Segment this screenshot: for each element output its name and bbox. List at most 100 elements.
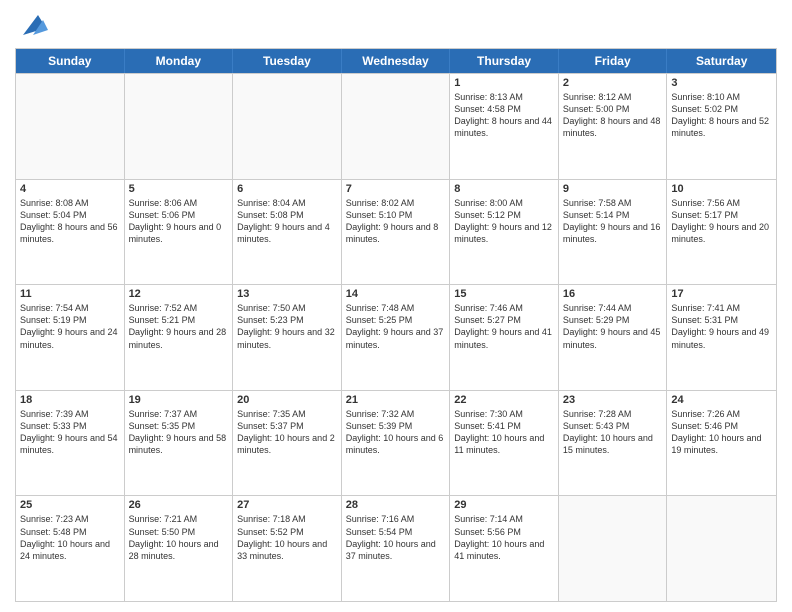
page: SundayMondayTuesdayWednesdayThursdayFrid… <box>0 0 792 612</box>
day-number: 12 <box>129 288 229 300</box>
calendar-week: 4 Sunrise: 8:08 AMSunset: 5:04 PMDaylight… <box>16 179 776 285</box>
day-info: Sunrise: 7:44 AMSunset: 5:29 PMDaylight:… <box>563 302 663 351</box>
calendar-cell: 15 Sunrise: 7:46 AMSunset: 5:27 PMDayligh… <box>450 285 559 390</box>
day-number: 8 <box>454 183 554 195</box>
calendar-cell: 21 Sunrise: 7:32 AMSunset: 5:39 PMDayligh… <box>342 391 451 496</box>
calendar-cell: 14 Sunrise: 7:48 AMSunset: 5:25 PMDayligh… <box>342 285 451 390</box>
day-info: Sunrise: 7:41 AMSunset: 5:31 PMDaylight:… <box>671 302 772 351</box>
calendar-cell: 3 Sunrise: 8:10 AMSunset: 5:02 PMDaylight… <box>667 74 776 179</box>
day-number: 15 <box>454 288 554 300</box>
day-info: Sunrise: 7:14 AMSunset: 5:56 PMDaylight:… <box>454 513 554 562</box>
day-number: 26 <box>129 499 229 511</box>
calendar-cell: 13 Sunrise: 7:50 AMSunset: 5:23 PMDayligh… <box>233 285 342 390</box>
day-number: 17 <box>671 288 772 300</box>
day-number: 6 <box>237 183 337 195</box>
day-info: Sunrise: 8:04 AMSunset: 5:08 PMDaylight:… <box>237 197 337 246</box>
day-info: Sunrise: 7:35 AMSunset: 5:37 PMDaylight:… <box>237 408 337 457</box>
calendar-week: 11 Sunrise: 7:54 AMSunset: 5:19 PMDayligh… <box>16 284 776 390</box>
day-info: Sunrise: 8:10 AMSunset: 5:02 PMDaylight:… <box>671 91 772 140</box>
day-info: Sunrise: 8:06 AMSunset: 5:06 PMDaylight:… <box>129 197 229 246</box>
calendar-body: 1Sunrise: 8:13 AMSunset: 4:58 PMDaylight… <box>16 73 776 601</box>
calendar-cell: 1Sunrise: 8:13 AMSunset: 4:58 PMDaylight… <box>450 74 559 179</box>
day-number: 27 <box>237 499 337 511</box>
day-number: 2 <box>563 77 663 89</box>
day-info: Sunrise: 7:32 AMSunset: 5:39 PMDaylight:… <box>346 408 446 457</box>
day-number: 11 <box>20 288 120 300</box>
day-info: Sunrise: 7:28 AMSunset: 5:43 PMDaylight:… <box>563 408 663 457</box>
day-info: Sunrise: 7:56 AMSunset: 5:17 PMDaylight:… <box>671 197 772 246</box>
calendar-cell <box>233 74 342 179</box>
day-info: Sunrise: 7:18 AMSunset: 5:52 PMDaylight:… <box>237 513 337 562</box>
calendar-cell: 8 Sunrise: 8:00 AMSunset: 5:12 PMDaylight… <box>450 180 559 285</box>
calendar-cell: 16 Sunrise: 7:44 AMSunset: 5:29 PMDayligh… <box>559 285 668 390</box>
day-number: 19 <box>129 394 229 406</box>
day-info: Sunrise: 8:00 AMSunset: 5:12 PMDaylight:… <box>454 197 554 246</box>
logo <box>15 10 48 40</box>
day-number: 22 <box>454 394 554 406</box>
day-info: Sunrise: 7:54 AMSunset: 5:19 PMDaylight:… <box>20 302 120 351</box>
logo-icon <box>18 10 48 40</box>
calendar-cell: 28 Sunrise: 7:16 AMSunset: 5:54 PMDayligh… <box>342 496 451 601</box>
calendar-cell <box>125 74 234 179</box>
calendar-cell: 27 Sunrise: 7:18 AMSunset: 5:52 PMDayligh… <box>233 496 342 601</box>
calendar-header-day: Monday <box>125 49 234 73</box>
calendar-cell: 22Sunrise: 7:30 AMSunset: 5:41 PMDayligh… <box>450 391 559 496</box>
day-info: Sunrise: 7:58 AMSunset: 5:14 PMDaylight:… <box>563 197 663 246</box>
calendar-header-day: Tuesday <box>233 49 342 73</box>
day-number: 25 <box>20 499 120 511</box>
calendar-header-day: Thursday <box>450 49 559 73</box>
calendar-cell: 7 Sunrise: 8:02 AMSunset: 5:10 PMDaylight… <box>342 180 451 285</box>
day-number: 13 <box>237 288 337 300</box>
day-info: Sunrise: 7:39 AMSunset: 5:33 PMDaylight:… <box>20 408 120 457</box>
calendar-cell: 29 Sunrise: 7:14 AMSunset: 5:56 PMDayligh… <box>450 496 559 601</box>
day-number: 4 <box>20 183 120 195</box>
calendar-week: 25Sunrise: 7:23 AMSunset: 5:48 PMDayligh… <box>16 495 776 601</box>
calendar-header: SundayMondayTuesdayWednesdayThursdayFrid… <box>16 49 776 73</box>
calendar-cell: 6 Sunrise: 8:04 AMSunset: 5:08 PMDaylight… <box>233 180 342 285</box>
day-info: Sunrise: 7:37 AMSunset: 5:35 PMDaylight:… <box>129 408 229 457</box>
calendar-cell: 2 Sunrise: 8:12 AMSunset: 5:00 PMDaylight… <box>559 74 668 179</box>
day-number: 5 <box>129 183 229 195</box>
day-number: 7 <box>346 183 446 195</box>
day-number: 9 <box>563 183 663 195</box>
day-number: 24 <box>671 394 772 406</box>
calendar-cell: 20 Sunrise: 7:35 AMSunset: 5:37 PMDayligh… <box>233 391 342 496</box>
day-info: Sunrise: 7:21 AMSunset: 5:50 PMDaylight:… <box>129 513 229 562</box>
calendar-cell: 18 Sunrise: 7:39 AMSunset: 5:33 PMDayligh… <box>16 391 125 496</box>
calendar-header-day: Wednesday <box>342 49 451 73</box>
day-info: Sunrise: 7:48 AMSunset: 5:25 PMDaylight:… <box>346 302 446 351</box>
day-number: 28 <box>346 499 446 511</box>
day-number: 16 <box>563 288 663 300</box>
calendar-cell: 17 Sunrise: 7:41 AMSunset: 5:31 PMDayligh… <box>667 285 776 390</box>
calendar-week: 18 Sunrise: 7:39 AMSunset: 5:33 PMDayligh… <box>16 390 776 496</box>
calendar-week: 1Sunrise: 8:13 AMSunset: 4:58 PMDaylight… <box>16 73 776 179</box>
calendar-cell: 23Sunrise: 7:28 AMSunset: 5:43 PMDayligh… <box>559 391 668 496</box>
calendar-header-day: Saturday <box>667 49 776 73</box>
calendar-header-day: Friday <box>559 49 668 73</box>
calendar-cell: 24 Sunrise: 7:26 AMSunset: 5:46 PMDayligh… <box>667 391 776 496</box>
day-info: Sunrise: 8:08 AMSunset: 5:04 PMDaylight:… <box>20 197 120 246</box>
day-number: 14 <box>346 288 446 300</box>
day-number: 3 <box>671 77 772 89</box>
calendar-cell: 26 Sunrise: 7:21 AMSunset: 5:50 PMDayligh… <box>125 496 234 601</box>
calendar-cell: 19 Sunrise: 7:37 AMSunset: 5:35 PMDayligh… <box>125 391 234 496</box>
day-number: 21 <box>346 394 446 406</box>
day-info: Sunrise: 8:12 AMSunset: 5:00 PMDaylight:… <box>563 91 663 140</box>
day-info: Sunrise: 7:26 AMSunset: 5:46 PMDaylight:… <box>671 408 772 457</box>
calendar-cell: 5 Sunrise: 8:06 AMSunset: 5:06 PMDaylight… <box>125 180 234 285</box>
calendar-cell: 12 Sunrise: 7:52 AMSunset: 5:21 PMDayligh… <box>125 285 234 390</box>
calendar: SundayMondayTuesdayWednesdayThursdayFrid… <box>15 48 777 602</box>
calendar-cell: 9 Sunrise: 7:58 AMSunset: 5:14 PMDaylight… <box>559 180 668 285</box>
day-number: 20 <box>237 394 337 406</box>
day-info: Sunrise: 8:02 AMSunset: 5:10 PMDaylight:… <box>346 197 446 246</box>
header <box>15 10 777 40</box>
day-number: 1 <box>454 77 554 89</box>
day-info: Sunrise: 7:46 AMSunset: 5:27 PMDaylight:… <box>454 302 554 351</box>
day-info: Sunrise: 7:50 AMSunset: 5:23 PMDaylight:… <box>237 302 337 351</box>
day-number: 29 <box>454 499 554 511</box>
calendar-cell <box>16 74 125 179</box>
day-info: Sunrise: 7:16 AMSunset: 5:54 PMDaylight:… <box>346 513 446 562</box>
day-number: 10 <box>671 183 772 195</box>
day-number: 18 <box>20 394 120 406</box>
day-info: Sunrise: 7:52 AMSunset: 5:21 PMDaylight:… <box>129 302 229 351</box>
